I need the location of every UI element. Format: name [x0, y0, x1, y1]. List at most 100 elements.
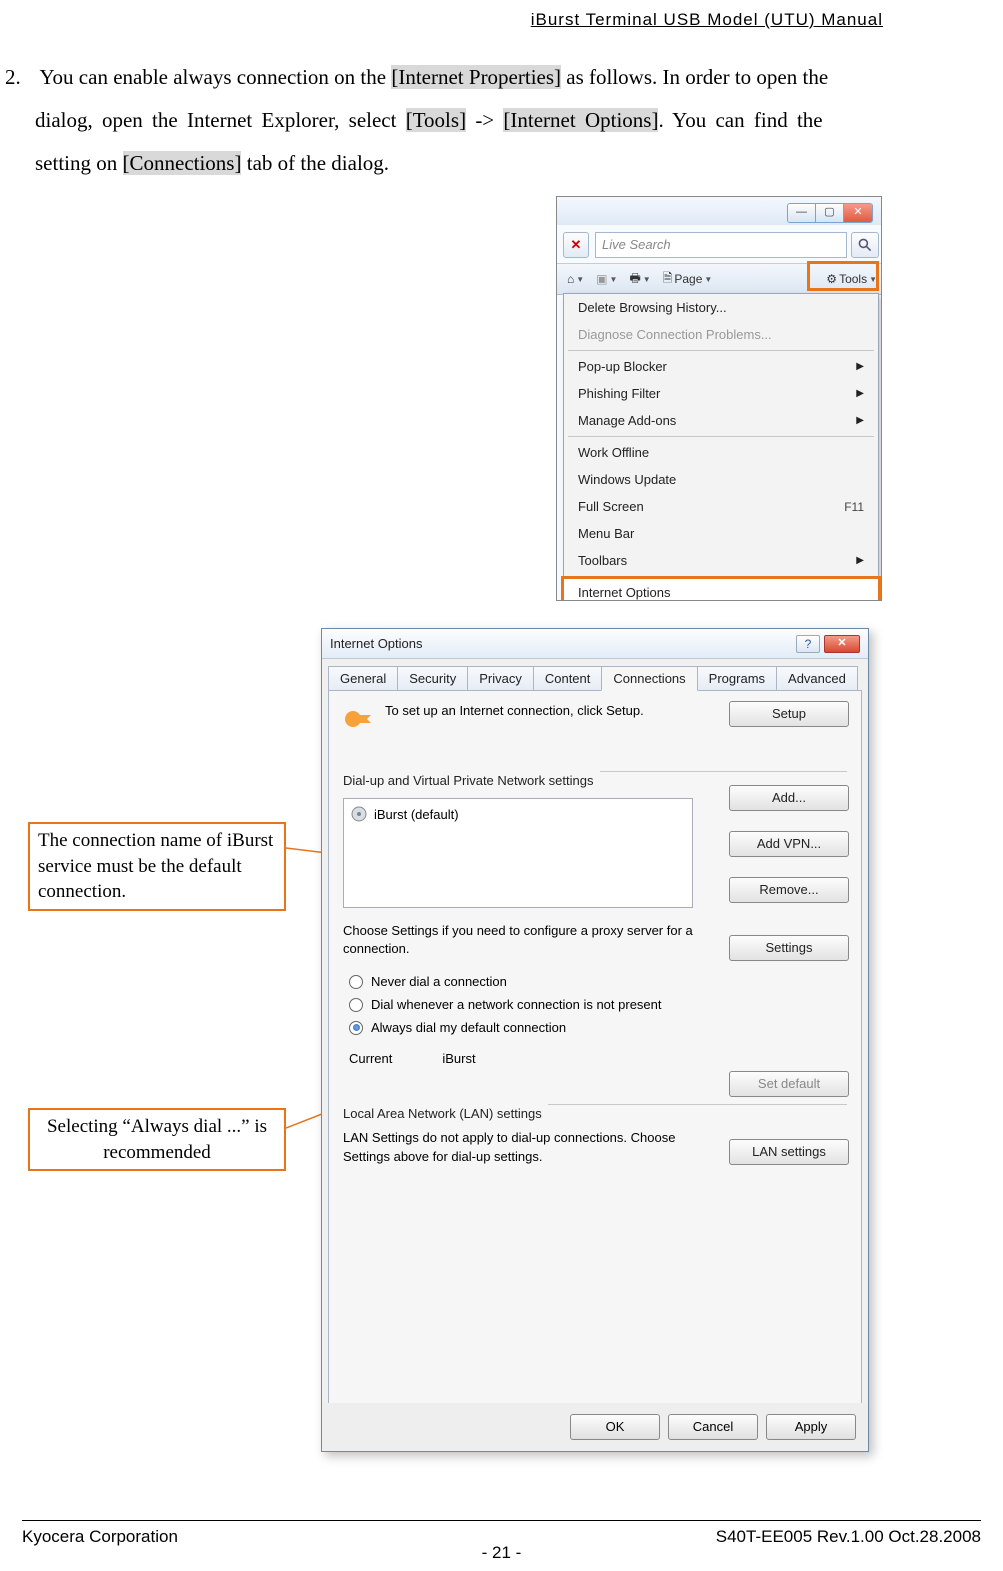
dialup-group-label: Dial-up and Virtual Private Network sett… [343, 773, 594, 788]
print-icon: 🖶 [629, 269, 640, 290]
page-icon: 🗎 [663, 269, 673, 290]
label: Work Offline [578, 445, 649, 460]
menu-full-screen[interactable]: Full ScreenF11 [564, 493, 878, 520]
menu-manage-addons[interactable]: Manage Add-ons▶ [564, 407, 878, 434]
tab-security[interactable]: Security [397, 666, 468, 691]
home-button[interactable]: ⌂▼ [561, 270, 590, 288]
set-default-button[interactable]: Set default [729, 1071, 849, 1097]
callout-always-dial: Selecting “Always dial ...” is recommend… [28, 1108, 286, 1171]
menu-popup-blocker[interactable]: Pop-up Blocker ▶ [564, 353, 878, 380]
setup-text: To set up an Internet connection, click … [385, 703, 685, 718]
label: Diagnose Connection Problems... [578, 327, 772, 342]
tools-highlight [807, 261, 879, 291]
lan-group-label: Local Area Network (LAN) settings [343, 1106, 542, 1121]
tools-dropdown: Delete Browsing History... Diagnose Conn… [563, 293, 879, 601]
text: You can enable always connection on the [39, 65, 391, 89]
add-vpn-button[interactable]: Add VPN... [729, 831, 849, 857]
para-line2: dialog, open the Internet Explorer, sele… [5, 99, 981, 142]
help-icon[interactable]: ? [796, 635, 820, 653]
dialog-title: Internet Options [330, 636, 423, 651]
ie-screenshot: — ▢ ✕ ✕ Live Search ⌂▼ ▣▼ 🖶▼ 🗎 Page ▼ ⚙ … [556, 196, 882, 601]
feed-button[interactable]: ▣▼ [590, 270, 623, 288]
lan-text: LAN Settings do not apply to dial-up con… [343, 1129, 703, 1165]
menu-toolbars[interactable]: Toolbars▶ [564, 547, 878, 574]
radio-label: Always dial my default connection [371, 1020, 566, 1035]
maximize-icon[interactable]: ▢ [816, 204, 844, 222]
ok-button[interactable]: OK [570, 1414, 660, 1440]
settings-button[interactable]: Settings [729, 935, 849, 961]
radio-always-dial[interactable]: Always dial my default connection [349, 1016, 847, 1039]
home-icon: ⌂ [567, 272, 574, 286]
search-row: ✕ Live Search [563, 231, 879, 259]
close-icon[interactable]: ✕ [844, 204, 872, 222]
text: tab of the dialog. [241, 151, 389, 175]
minimize-icon[interactable]: — [788, 204, 816, 222]
menu-windows-update[interactable]: Windows Update [564, 466, 878, 493]
menu-work-offline[interactable]: Work Offline [564, 439, 878, 466]
tab-panel-connections: To set up an Internet connection, click … [328, 690, 862, 1416]
text: -> [466, 108, 503, 132]
rss-icon: ▣ [596, 272, 607, 286]
separator [568, 436, 874, 437]
label: Pop-up Blocker [578, 359, 667, 374]
tab-programs[interactable]: Programs [697, 666, 777, 691]
radio-icon [349, 975, 363, 989]
current-label: Current [349, 1051, 392, 1066]
menu-delete-history[interactable]: Delete Browsing History... [564, 294, 878, 321]
list-item[interactable]: iBurst (default) [350, 805, 686, 823]
label: Toolbars [578, 553, 627, 568]
add-button[interactable]: Add... [729, 785, 849, 811]
tab-privacy[interactable]: Privacy [467, 666, 534, 691]
radio-label: Never dial a connection [371, 974, 507, 989]
radio-dial-whenever[interactable]: Dial whenever a network connection is no… [349, 993, 847, 1016]
para-line1: You can enable always connection on the … [39, 65, 828, 89]
print-button[interactable]: 🖶▼ [623, 267, 656, 292]
tab-content[interactable]: Content [533, 666, 603, 691]
tab-advanced[interactable]: Advanced [776, 666, 858, 691]
apply-button[interactable]: Apply [766, 1414, 856, 1440]
menu-menu-bar[interactable]: Menu Bar [564, 520, 878, 547]
window-controls: — ▢ ✕ [787, 203, 873, 223]
dialog-footer: OK Cancel Apply [322, 1403, 868, 1451]
text: setting on [35, 151, 123, 175]
submenu-arrow-icon: ▶ [856, 361, 864, 372]
instruction-paragraph: 2. You can enable always connection on t… [5, 56, 981, 185]
label: Windows Update [578, 472, 676, 487]
lan-settings-button[interactable]: LAN settings [729, 1139, 849, 1165]
remove-button[interactable]: Remove... [729, 877, 849, 903]
setup-button[interactable]: Setup [729, 701, 849, 727]
tab-connections[interactable]: Connections [601, 666, 697, 691]
page-button[interactable]: 🗎 Page ▼ [657, 267, 719, 292]
text: dialog, open the Internet Explorer, sele… [35, 108, 406, 132]
dialog-titlebar: Internet Options ? ✕ [322, 629, 868, 659]
label: Phishing Filter [578, 386, 660, 401]
list-item-label: iBurst (default) [374, 807, 459, 822]
dial-radio-group: Never dial a connection Dial whenever a … [349, 970, 847, 1039]
radio-label: Dial whenever a network connection is no… [371, 997, 662, 1012]
menu-phishing-filter[interactable]: Phishing Filter ▶ [564, 380, 878, 407]
stop-icon[interactable]: ✕ [563, 232, 589, 258]
radio-icon [349, 1021, 363, 1035]
search-input[interactable]: Live Search [595, 232, 847, 258]
connections-listbox[interactable]: iBurst (default) [343, 798, 693, 908]
separator [600, 771, 848, 772]
proxy-text: Choose Settings if you need to configure… [343, 922, 693, 958]
label: Menu Bar [578, 526, 634, 541]
current-connection-row: Current iBurst [343, 1051, 847, 1066]
menu-internet-options[interactable]: Internet Options [564, 579, 878, 601]
internet-options-dialog: Internet Options ? ✕ General Security Pr… [321, 628, 869, 1452]
radio-never-dial[interactable]: Never dial a connection [349, 970, 847, 993]
hl-internet-options: [Internet Options] [503, 108, 658, 132]
internet-options-highlight [561, 576, 881, 601]
submenu-arrow-icon: ▶ [856, 415, 864, 426]
menu-diagnose: Diagnose Connection Problems... [564, 321, 878, 348]
tab-strip: General Security Privacy Content Connect… [328, 665, 862, 690]
text: as follows. In order to open the [561, 65, 828, 89]
search-icon[interactable] [851, 232, 879, 258]
label: Full Screen [578, 499, 644, 514]
cancel-button[interactable]: Cancel [668, 1414, 758, 1440]
manual-header: iBurst Terminal USB Model (UTU) Manual [531, 10, 883, 30]
submenu-arrow-icon: ▶ [856, 388, 864, 399]
close-icon[interactable]: ✕ [824, 635, 860, 653]
tab-general[interactable]: General [328, 666, 398, 691]
